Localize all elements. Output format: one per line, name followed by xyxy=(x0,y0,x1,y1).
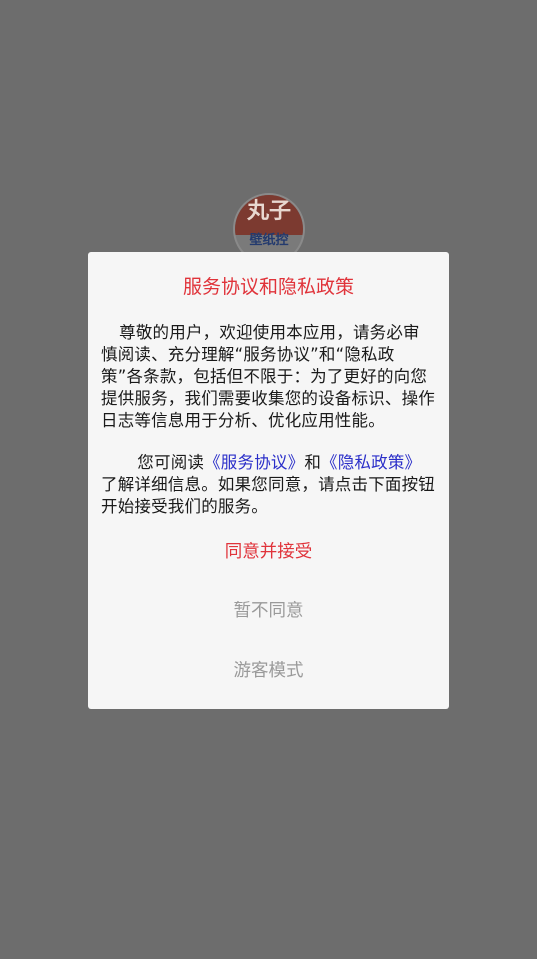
agree-button[interactable]: 同意并接受 xyxy=(88,540,449,564)
privacy-policy-link[interactable]: 《隐私政策》 xyxy=(321,453,421,472)
agreement-paragraph-1: 尊敬的用户，欢迎使用本应用，请务必审慎阅读、充分理解“服务协议”和“隐私政策”各… xyxy=(101,323,435,430)
paragraph-2-and: 和 xyxy=(304,453,322,472)
paragraph-2-prefix: 您可阅读 xyxy=(137,453,205,472)
agreement-paragraph-2: 您可阅读《服务协议》和《隐私政策》了解详细信息。如果您同意，请点击下面按钮开始接… xyxy=(101,452,436,518)
paragraph-2-suffix: 了解详细信息。如果您同意，请点击下面按钮开始接受我们的服务。 xyxy=(101,475,435,516)
agreement-dialog: 服务协议和隐私政策 尊敬的用户，欢迎使用本应用，请务必审慎阅读、充分理解“服务协… xyxy=(88,252,449,709)
disagree-button[interactable]: 暂不同意 xyxy=(88,599,449,623)
logo-main-text: 丸子 xyxy=(246,199,291,224)
logo-sub-text: 壁纸控 xyxy=(249,233,289,248)
dialog-title: 服务协议和隐私政策 xyxy=(182,276,354,298)
service-agreement-link[interactable]: 《服务协议》 xyxy=(204,453,304,472)
guest-mode-button[interactable]: 游客模式 xyxy=(88,659,449,683)
